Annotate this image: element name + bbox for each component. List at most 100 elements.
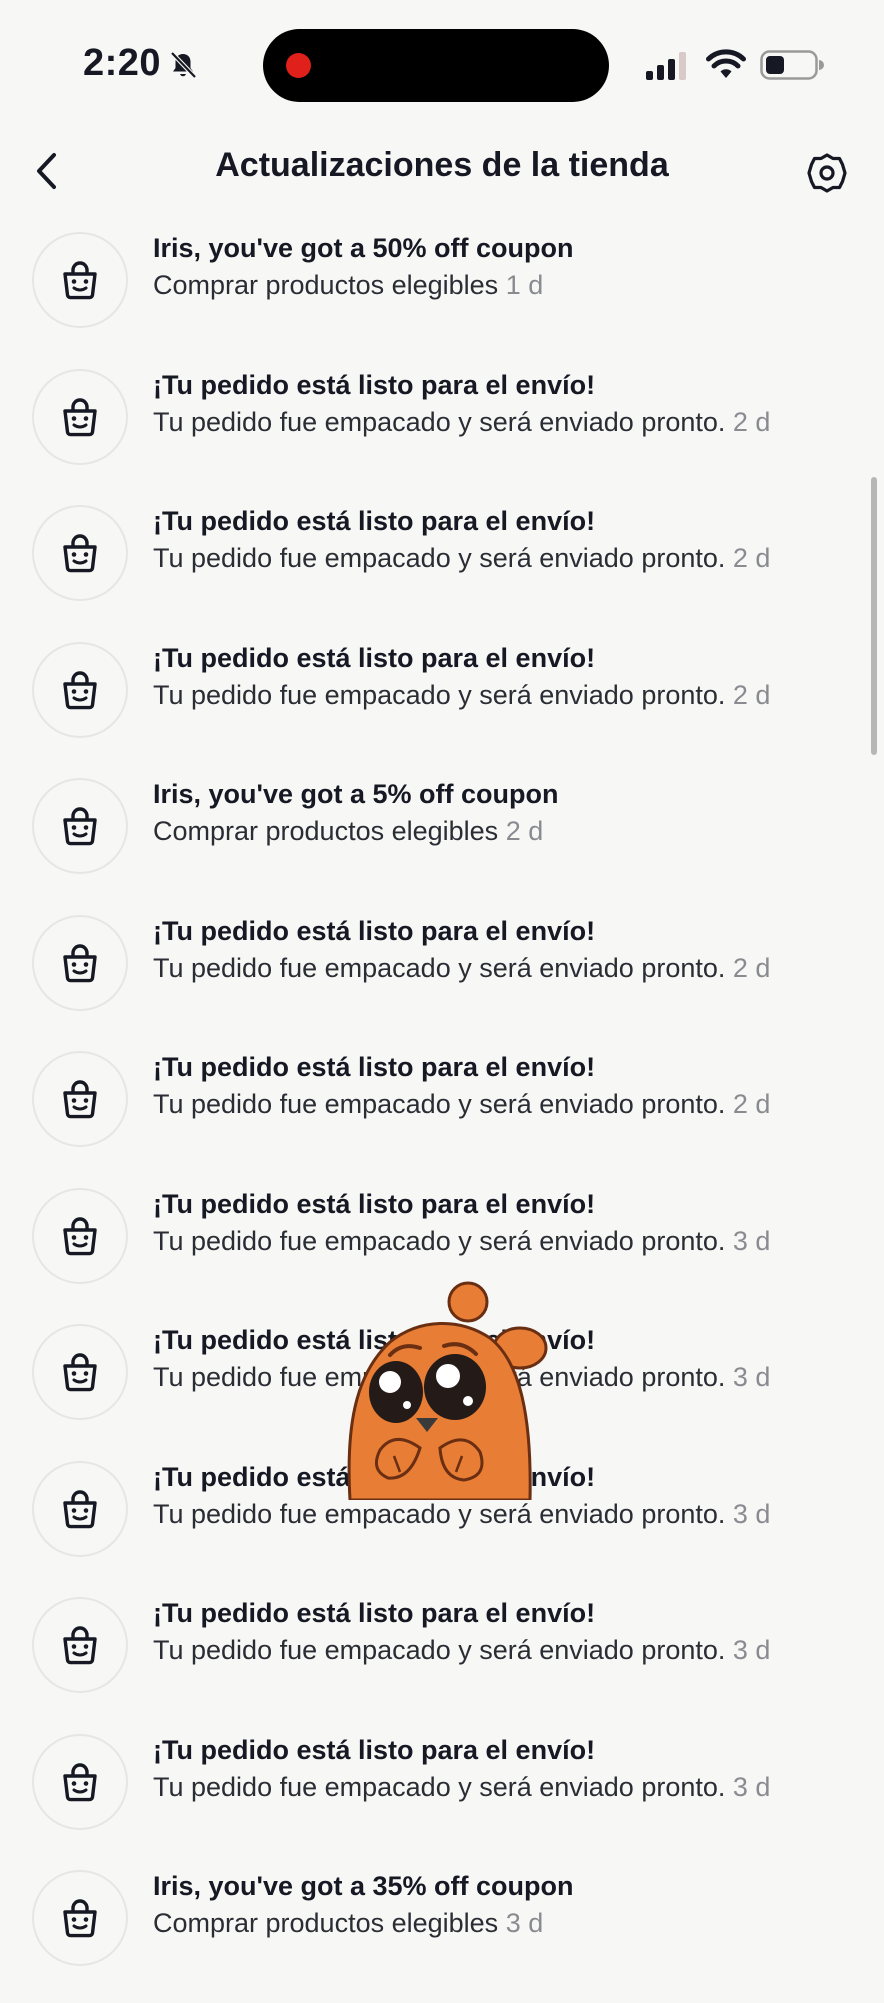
notification-avatar bbox=[32, 368, 128, 465]
notification-subtitle: Tu pedido fue empacado y será enviado pr… bbox=[153, 952, 726, 983]
notification-title: Iris, you've got a 50% off coupon bbox=[153, 233, 574, 263]
notification-text: ¡Tu pedido está listo para el envío! Tu … bbox=[153, 367, 873, 441]
notification-avatar bbox=[32, 1460, 128, 1557]
top-navigation-bar: Actualizaciones de la tienda bbox=[0, 130, 884, 210]
status-time: 2:20 bbox=[83, 42, 162, 84]
notification-avatar bbox=[32, 232, 128, 328]
notification-subtitle-line: Comprar productos elegibles 1 d bbox=[153, 266, 873, 304]
notification-subtitle-line: Tu pedido fue empacado y será enviado pr… bbox=[153, 676, 873, 714]
notification-time: 3 d bbox=[732, 1635, 771, 1665]
shopping-bag-icon bbox=[63, 261, 97, 300]
notification-item[interactable]: ¡Tu pedido está listo para el envío! Tu … bbox=[0, 1730, 884, 1867]
notification-text: ¡Tu pedido está listo para el envío! Tu … bbox=[153, 1186, 873, 1260]
notification-item[interactable]: Iris, you've got a 50% off coupon Compra… bbox=[0, 228, 884, 365]
notification-avatar bbox=[32, 505, 128, 601]
sad-bear-sticker[interactable] bbox=[340, 1280, 560, 1500]
notification-text: ¡Tu pedido está listo para el envío! Tu … bbox=[153, 640, 873, 714]
notification-subtitle-line: Tu pedido fue empacado y será enviado pr… bbox=[153, 539, 873, 577]
notification-subtitle: Tu pedido fue empacado y será enviado pr… bbox=[153, 1635, 726, 1665]
notification-time: 2 d bbox=[732, 543, 771, 573]
shopping-bag-icon bbox=[63, 1762, 97, 1801]
shopping-bag-icon bbox=[63, 807, 97, 846]
notification-avatar bbox=[32, 1597, 128, 1693]
shopping-bag-icon bbox=[63, 1626, 97, 1665]
notification-text: ¡Tu pedido está listo para el envío! Tu … bbox=[153, 1732, 873, 1806]
dynamic-island bbox=[263, 29, 609, 102]
notification-subtitle: Tu pedido fue empacado y será enviado pr… bbox=[153, 1771, 726, 1802]
notification-title: ¡Tu pedido está listo para el envío! bbox=[153, 1052, 596, 1082]
notification-item[interactable]: ¡Tu pedido está listo para el envío! Tu … bbox=[0, 1047, 884, 1184]
settings-button[interactable] bbox=[804, 150, 850, 196]
notification-subtitle-line: Tu pedido fue empacado y será enviado pr… bbox=[153, 1768, 873, 1806]
notification-title: ¡Tu pedido está listo para el envío! bbox=[153, 506, 596, 536]
notification-avatar bbox=[32, 1324, 128, 1420]
notification-text: Iris, you've got a 5% off coupon Comprar… bbox=[153, 776, 873, 850]
notification-time: 3 d bbox=[732, 1771, 771, 1802]
notification-text: Iris, you've got a 50% off coupon Compra… bbox=[153, 230, 873, 304]
notification-title: ¡Tu pedido está listo para el envío! bbox=[153, 1598, 596, 1628]
notification-subtitle: Tu pedido fue empacado y será enviado pr… bbox=[153, 1498, 726, 1529]
notification-item[interactable]: Iris, you've got a 5% off coupon Comprar… bbox=[0, 774, 884, 911]
status-bar: 2:20 bbox=[0, 0, 884, 120]
notification-subtitle: Tu pedido fue empacado y será enviado pr… bbox=[153, 679, 726, 710]
gear-icon bbox=[807, 153, 847, 193]
signal-icon bbox=[646, 52, 686, 80]
notification-avatar bbox=[32, 1870, 128, 1966]
notification-item[interactable]: ¡Tu pedido está listo para el envío! Tu … bbox=[0, 911, 884, 1048]
shopping-bag-icon bbox=[63, 943, 97, 982]
notification-title: ¡Tu pedido está listo para el envío! bbox=[153, 642, 596, 673]
notification-time: 3 d bbox=[732, 1498, 771, 1529]
notification-text: ¡Tu pedido está listo para el envío! Tu … bbox=[153, 1049, 873, 1123]
shopping-bag-icon bbox=[63, 1353, 97, 1392]
notification-item[interactable]: ¡Tu pedido está listo para el envío! Tu … bbox=[0, 638, 884, 775]
notification-subtitle: Comprar productos elegibles bbox=[153, 816, 499, 846]
notification-title: ¡Tu pedido está listo para el envío! bbox=[153, 1188, 596, 1219]
notification-subtitle: Tu pedido fue empacado y será enviado pr… bbox=[153, 406, 726, 437]
notification-subtitle-line: Tu pedido fue empacado y será enviado pr… bbox=[153, 1085, 873, 1123]
notification-item[interactable]: ¡Tu pedido está listo para el envío! Tu … bbox=[0, 1593, 884, 1730]
notification-text: Iris, you've got a 35% off coupon Compra… bbox=[153, 1868, 873, 1942]
shopping-bag-icon bbox=[63, 534, 97, 573]
notification-avatar bbox=[32, 1187, 128, 1284]
notification-subtitle-line: Tu pedido fue empacado y será enviado pr… bbox=[153, 1631, 873, 1669]
page-title: Actualizaciones de la tienda bbox=[215, 146, 669, 184]
scrollbar[interactable] bbox=[871, 477, 877, 755]
notification-item[interactable]: ¡Tu pedido está listo para el envío! Tu … bbox=[0, 365, 884, 502]
notification-list: Iris, you've got a 50% off coupon Compra… bbox=[0, 228, 884, 2003]
notification-time: 3 d bbox=[732, 1225, 771, 1256]
notification-subtitle: Tu pedido fue empacado y será enviado pr… bbox=[153, 1225, 726, 1256]
notification-item[interactable]: Iris, you've got a 35% off coupon Compra… bbox=[0, 1866, 884, 2003]
notification-subtitle: Comprar productos elegibles bbox=[153, 1908, 499, 1938]
shopping-bag-icon bbox=[63, 1489, 97, 1528]
notification-time: 3 d bbox=[505, 1908, 544, 1938]
notification-time: 3 d bbox=[732, 1362, 771, 1392]
notification-subtitle: Comprar productos elegibles bbox=[153, 270, 499, 300]
battery-icon bbox=[760, 50, 824, 80]
notification-subtitle-line: Tu pedido fue empacado y será enviado pr… bbox=[153, 403, 873, 441]
shopping-bag-icon bbox=[63, 1080, 97, 1119]
notification-time: 2 d bbox=[732, 406, 771, 437]
notification-title: Iris, you've got a 5% off coupon bbox=[153, 779, 559, 809]
notification-avatar bbox=[32, 1733, 128, 1830]
shopping-bag-icon bbox=[63, 397, 97, 436]
notification-text: ¡Tu pedido está listo para el envío! Tu … bbox=[153, 1595, 873, 1669]
notification-avatar bbox=[32, 1051, 128, 1147]
recording-indicator bbox=[286, 53, 311, 78]
notification-avatar bbox=[32, 641, 128, 738]
notification-item[interactable]: ¡Tu pedido está listo para el envío! Tu … bbox=[0, 501, 884, 638]
notification-subtitle: Tu pedido fue empacado y será enviado pr… bbox=[153, 543, 726, 573]
notification-title: ¡Tu pedido está listo para el envío! bbox=[153, 369, 596, 400]
notification-time: 2 d bbox=[732, 952, 771, 983]
notification-time: 2 d bbox=[732, 1089, 771, 1119]
notification-title: ¡Tu pedido está listo para el envío! bbox=[153, 915, 596, 946]
notification-subtitle-line: Comprar productos elegibles 3 d bbox=[153, 1904, 873, 1942]
notification-subtitle-line: Tu pedido fue empacado y será enviado pr… bbox=[153, 1222, 873, 1260]
notification-subtitle: Tu pedido fue empacado y será enviado pr… bbox=[153, 1089, 726, 1119]
notification-time: 2 d bbox=[505, 816, 544, 846]
bell-off-icon bbox=[170, 51, 197, 79]
shopping-bag-icon bbox=[63, 1899, 97, 1938]
notification-subtitle-line: Tu pedido fue empacado y será enviado pr… bbox=[153, 1495, 873, 1533]
notification-subtitle-line: Tu pedido fue empacado y será enviado pr… bbox=[153, 949, 873, 987]
notification-subtitle-line: Comprar productos elegibles 2 d bbox=[153, 812, 873, 850]
notification-avatar bbox=[32, 778, 128, 874]
